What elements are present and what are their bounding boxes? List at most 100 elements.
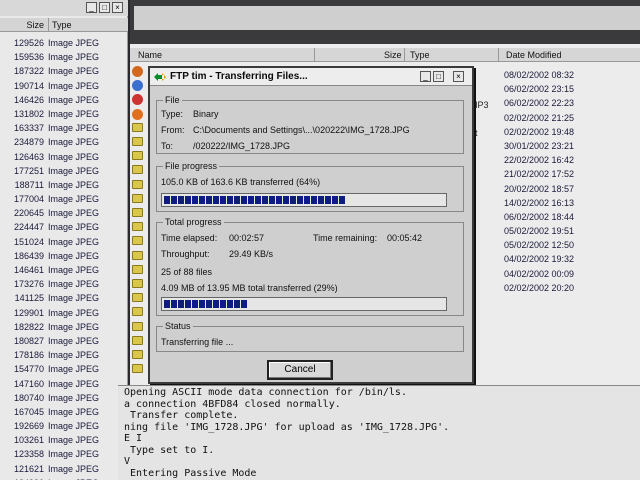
progress-segment [171,196,177,204]
toolbar-strip [134,6,640,30]
list-item[interactable]: 163337 Image JPEG [0,121,128,135]
list-item[interactable]: 134990Image JPEG [0,476,128,480]
column-header-size[interactable]: Size [8,20,44,30]
dialog-titlebar[interactable]: FTP tim - Transferring Files... _ □ × [150,68,472,86]
list-item[interactable]: 154770 Image JPEG [0,362,128,376]
date-modified-cell[interactable]: 08/02/2002 08:32 [500,68,640,82]
date-modified-cell[interactable]: 05/02/2002 19:51 [500,224,640,238]
time-elapsed-value: 00:02:57 [229,233,265,243]
file-type: Image JPEG [48,435,100,446]
folder-icon [132,236,143,246]
cancel-button[interactable]: Cancel [267,360,333,380]
date-modified-cell[interactable]: 04/02/2002 19:32 [500,252,640,266]
date-modified-cell[interactable]: 21/02/2002 17:52 [500,167,640,181]
list-item[interactable]: 126463 Image JPEG [0,150,128,164]
minimize-button[interactable]: _ [86,2,97,13]
list-item[interactable]: 146461 Image JPEG [0,263,128,277]
to-path: /020222/IMG_1728.JPG [193,141,291,151]
list-item[interactable]: 146426 Image JPEG [0,93,128,107]
time-remaining-value: 00:05:42 [387,233,423,243]
from-label: From: [161,125,185,135]
console-line: ning file 'IMG_1728.JPG' for upload as '… [124,421,450,433]
file-size: 190714 [13,80,44,91]
list-item[interactable]: 190714 Image JPEG [0,79,128,93]
list-item[interactable]: 192669 Image JPEG [0,419,128,433]
list-item[interactable]: 220645 Image JPEG [0,206,128,220]
column-header-type[interactable]: Type [410,50,430,60]
file-group: File Type: Binary From: C:\Documents and… [156,95,464,154]
date-modified-cell[interactable]: 20/02/2002 18:57 [500,182,640,196]
files-count-text: 25 of 88 files [161,267,213,277]
list-item[interactable]: 180740 Image JPEG [0,391,128,405]
close-button[interactable]: × [453,71,464,82]
date-modified-cell[interactable]: 02/02/2002 21:25 [500,111,640,125]
list-item[interactable]: 177251 Image JPEG [0,164,128,178]
column-divider[interactable] [498,48,499,62]
list-item[interactable]: 182822 Image JPEG [0,320,128,334]
console-line: Type set to I. [124,444,215,456]
column-header-type[interactable]: Type [52,20,72,30]
list-item[interactable]: 167045 Image JPEG [0,405,128,419]
file-size: 121621 [13,463,44,474]
list-item[interactable]: 187322 Image JPEG [0,64,128,78]
list-item[interactable]: 234879 Image JPEG [0,135,128,149]
file-progress-fill [164,196,346,204]
file-size: 147160 [13,378,44,389]
file-size: 146426 [13,94,44,105]
list-item[interactable]: 131802 Image JPEG [0,107,128,121]
list-item[interactable]: 180827 Image JPEG [0,334,128,348]
date-modified-cell[interactable]: 05/02/2002 12:50 [500,238,640,252]
date-modified-cell[interactable]: 02/02/2002 19:48 [500,125,640,139]
file-size: 188711 [14,179,44,190]
list-item[interactable]: 159536 Image JPEG [0,50,128,64]
maximize-icon[interactable]: □ [99,2,110,13]
date-modified-cell[interactable]: 30/01/2002 23:21 [500,139,640,153]
column-header-date-modified[interactable]: Date Modified [506,50,562,60]
list-item[interactable]: 129526 Image JPEG [0,36,128,50]
minimize-button[interactable]: _ [420,71,431,82]
list-item[interactable]: 141125 Image JPEG [0,291,128,305]
progress-segment [248,196,254,204]
date-modified-cell[interactable]: 22/02/2002 16:42 [500,153,640,167]
date-modified-cell[interactable]: 02/02/2002 20:20 [500,281,640,295]
list-item[interactable]: 178186 Image JPEG [0,348,128,362]
list-item[interactable]: 123358 Image JPEG [0,447,128,461]
close-button[interactable]: × [112,2,123,13]
list-item[interactable]: 129901 Image JPEG [0,306,128,320]
column-divider[interactable] [48,18,49,32]
column-divider[interactable] [314,48,315,62]
list-item[interactable]: 121621 Image JPEG [0,462,128,476]
right-list-header: Name Size Type Date Modified [130,48,640,62]
folder-icon [132,264,143,274]
list-item[interactable]: 173276 Image JPEG [0,277,128,291]
progress-segment [234,300,240,308]
list-item[interactable]: 224447 Image JPEG [0,220,128,234]
folder-icon [132,279,143,288]
column-header-name[interactable]: Name [138,50,162,60]
folder-icon [132,364,143,374]
maximize-icon[interactable]: □ [433,71,444,82]
progress-segment [178,300,184,308]
file-progress-text: 105.0 KB of 163.6 KB transferred (64%) [161,177,321,187]
date-modified-cell[interactable]: 06/02/2002 23:15 [500,82,640,96]
total-progress-fill [164,300,248,308]
list-item[interactable]: 103261 Image JPEG [0,433,128,447]
progress-segment [164,196,170,204]
date-modified-cell[interactable]: 06/02/2002 18:44 [500,210,640,224]
list-item[interactable]: 147160 Image JPEG [0,377,128,391]
file-group-label: File [163,95,182,105]
column-header-size[interactable]: Size [384,50,402,60]
progress-segment [213,196,219,204]
list-item[interactable]: 188711 Image JPEG [0,178,128,192]
date-modified-cell[interactable]: 04/02/2002 00:09 [500,267,640,281]
list-item[interactable]: 177004 Image JPEG [0,192,128,206]
list-item[interactable]: 151024 Image JPEG [0,235,128,249]
list-item[interactable]: 186439 Image JPEG [0,249,128,263]
app-file-icon [132,94,143,106]
total-bytes-text: 4.09 MB of 13.95 MB total transferred (2… [161,283,338,293]
progress-segment [269,196,275,204]
column-divider[interactable] [404,48,405,62]
date-modified-cell[interactable]: 06/02/2002 22:23 [500,96,640,110]
file-size: 173276 [13,279,44,290]
date-modified-cell[interactable]: 14/02/2002 16:13 [500,196,640,210]
